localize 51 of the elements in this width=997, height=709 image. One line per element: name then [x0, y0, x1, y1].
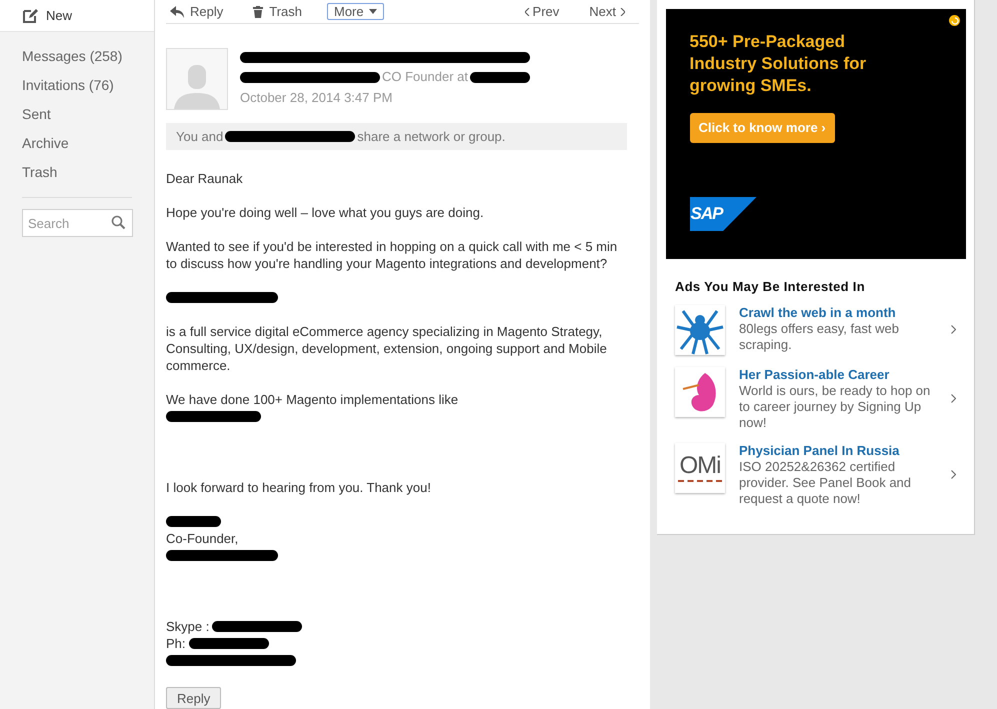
- ad-title-link[interactable]: Her Passion-able Career: [739, 366, 937, 382]
- message-paragraph: Dear Raunak: [166, 170, 243, 187]
- banner-text: You and: [176, 128, 224, 146]
- ad-description: World is ours, be ready to hop on to career journey by Signing Up now!: [739, 382, 932, 430]
- ad-logo[interactable]: OMi: [675, 442, 725, 492]
- message-paragraph: Ph:: [166, 635, 186, 652]
- ad-info-icon[interactable]: [948, 15, 960, 26]
- message-paragraph: Hope you're doing well – love what you guys are doing.: [166, 204, 484, 221]
- ad-headline: 550+ Pre-Packaged Industry Solutions for growing SMEs.: [690, 31, 868, 97]
- redaction-mark: [470, 72, 530, 83]
- message-paragraph: Co-Founder,: [166, 530, 238, 547]
- ad-banner[interactable]: 550+ Pre-Packaged Industry Solutions for growing SMEs. Click to know more › SAP: [666, 9, 966, 259]
- message-date: October 28, 2014 3:47 PM: [240, 89, 394, 108]
- banner-text: share a network or group.: [357, 128, 506, 146]
- ad-logo[interactable]: [675, 366, 725, 416]
- trash-button[interactable]: Trash: [253, 2, 302, 22]
- reply-arrow-icon: [170, 6, 184, 18]
- redaction-mark: [166, 516, 221, 527]
- ad-title-link[interactable]: Crawl the web in a month: [739, 304, 937, 320]
- section-title: Ads You May Be Interested In: [675, 278, 865, 296]
- more-dropdown[interactable]: More: [327, 3, 384, 20]
- prev-button[interactable]: Prev: [524, 2, 560, 22]
- message-paragraph: is a full service digital eCommerce agency specializing in Magento Strategy, Consulting, UX/design, development, extension, ongoing support and Mobile commerce.: [166, 323, 608, 374]
- search-field[interactable]: Search: [22, 209, 133, 237]
- caret-icon: [368, 9, 377, 14]
- next-button[interactable]: Next: [589, 2, 625, 22]
- trash-icon: [253, 6, 264, 18]
- reply-button[interactable]: Reply: [166, 687, 222, 709]
- nav-item[interactable]: Trash: [22, 162, 154, 183]
- ad-logo[interactable]: [675, 304, 725, 354]
- chevron-right-icon: [620, 8, 625, 16]
- sender-headline: CO Founder at: [382, 68, 468, 86]
- message-paragraph: We have done 100+ Magento implementations like: [166, 391, 458, 408]
- chevron-right-icon[interactable]: [951, 394, 956, 403]
- brand-logo: SAP: [690, 197, 756, 231]
- reply-button[interactable]: Reply: [170, 2, 224, 22]
- nav-item[interactable]: Invitations (76): [22, 75, 154, 96]
- message-paragraph: Skype :: [166, 618, 210, 635]
- message-paragraph: Wanted to see if you'd be interested in hopping on a quick call with me < 5 min to discuss how you're handling your Magento integrations and development?: [166, 238, 618, 272]
- nav-item[interactable]: Archive: [22, 133, 154, 154]
- chevron-right-icon[interactable]: [951, 470, 956, 479]
- nav-item[interactable]: Messages (258): [22, 46, 154, 67]
- chevron-left-icon: [524, 8, 530, 16]
- ad-description: 80legs offers easy, fast web scraping.: [739, 320, 900, 352]
- search-icon: [111, 215, 126, 230]
- ad-title-link[interactable]: Physician Panel In Russia: [739, 442, 937, 458]
- message-paragraph: I look forward to hearing from you. Thank you!: [166, 479, 431, 496]
- chevron-right-icon[interactable]: [951, 325, 956, 334]
- ad-description: ISO 20252&26362 certified provider. See Panel Book and request a quote now!: [739, 458, 912, 506]
- compose-icon: [22, 8, 38, 24]
- nav-item[interactable]: Sent: [22, 104, 154, 125]
